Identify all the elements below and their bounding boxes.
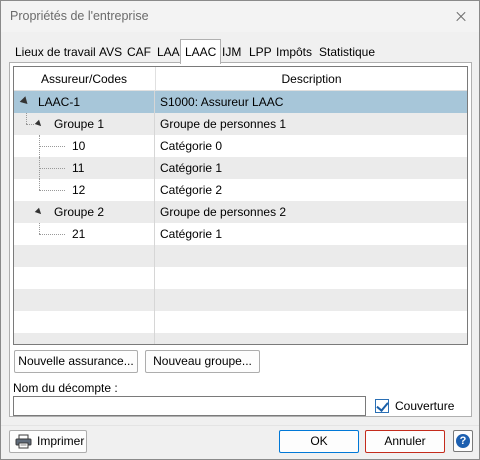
- nom-decompte-label: Nom du décompte :: [13, 381, 118, 395]
- tree-connector: [39, 168, 65, 169]
- tree-row[interactable]: 12 Catégorie 2: [14, 179, 467, 201]
- row-code: Groupe 2: [54, 205, 105, 219]
- tree-row[interactable]: LAAC-1 S1000: Assureur LAAC: [14, 91, 467, 113]
- print-label: Imprimer: [37, 434, 85, 448]
- tab-avs[interactable]: AVS: [99, 43, 122, 63]
- new-group-button[interactable]: Nouveau groupe...: [145, 350, 260, 373]
- properties-dialog: Propriétés de l'entreprise Lieux de trav…: [0, 0, 480, 460]
- empty-row: [14, 333, 467, 344]
- print-button[interactable]: Imprimer: [9, 430, 87, 453]
- tree-connector: [39, 190, 65, 191]
- tree-connector: [26, 124, 34, 125]
- tree-row[interactable]: Groupe 1 Groupe de personnes 1: [14, 113, 467, 135]
- tab-lpp[interactable]: LPP: [249, 43, 272, 63]
- row-code: 12: [72, 183, 86, 197]
- ok-button[interactable]: OK: [279, 430, 359, 453]
- row-description: Catégorie 2: [154, 179, 467, 201]
- tree-row[interactable]: 11 Catégorie 1: [14, 157, 467, 179]
- column-header-description[interactable]: Description: [155, 67, 467, 91]
- cancel-button[interactable]: Annuler: [365, 430, 445, 453]
- tree-header: Assureur/Codes Description: [14, 67, 467, 91]
- title-bar: Propriétés de l'entreprise: [1, 1, 479, 32]
- tree-rows: LAAC-1 S1000: Assureur LAAC Groupe 1 Gro…: [14, 91, 467, 344]
- expanded-triangle-icon[interactable]: [34, 207, 44, 217]
- tab-lieux-de-travail[interactable]: Lieux de travail: [15, 43, 96, 63]
- close-icon[interactable]: [443, 1, 479, 32]
- expanded-triangle-icon[interactable]: [19, 96, 31, 107]
- insurer-tree-table[interactable]: Assureur/Codes Description LAAC-1 S1000:…: [13, 66, 468, 345]
- row-code: LAAC-1: [38, 95, 81, 109]
- tree-row[interactable]: 10 Catégorie 0: [14, 135, 467, 157]
- help-icon: ?: [456, 434, 470, 448]
- footer-separator: [1, 425, 479, 426]
- couverture-checkbox[interactable]: [375, 399, 389, 413]
- printer-icon: [15, 434, 32, 449]
- tab-statistique[interactable]: Statistique: [319, 43, 375, 63]
- row-code: 11: [72, 161, 85, 175]
- expanded-triangle-icon[interactable]: [34, 119, 44, 129]
- tab-impots[interactable]: Impôts: [276, 43, 312, 63]
- tree-row[interactable]: 21 Catégorie 1: [14, 223, 467, 245]
- tree-connector: [39, 223, 40, 234]
- empty-row: [14, 245, 467, 267]
- couverture-label[interactable]: Couverture: [395, 399, 454, 413]
- tab-laa[interactable]: LAA: [157, 43, 180, 63]
- row-description: S1000: Assureur LAAC: [154, 91, 467, 113]
- tab-ijm[interactable]: IJM: [222, 43, 241, 63]
- tree-connector: [39, 146, 65, 147]
- tree-row[interactable]: Groupe 2 Groupe de personnes 2: [14, 201, 467, 223]
- nom-decompte-input[interactable]: [13, 396, 366, 416]
- tab-caf[interactable]: CAF: [127, 43, 151, 63]
- row-description: Groupe de personnes 1: [154, 113, 467, 135]
- tree-connector: [26, 113, 27, 124]
- row-description: Catégorie 1: [154, 223, 467, 245]
- empty-row: [14, 267, 467, 289]
- tree-connector: [39, 179, 40, 190]
- row-code: 10: [72, 139, 86, 153]
- tab-laac[interactable]: LAAC: [180, 39, 222, 64]
- empty-row: [14, 289, 467, 311]
- row-description: Catégorie 0: [154, 135, 467, 157]
- empty-row: [14, 311, 467, 333]
- tree-connector: [39, 234, 65, 235]
- row-description: Catégorie 1: [154, 157, 467, 179]
- help-button[interactable]: ?: [453, 430, 473, 452]
- row-description: Groupe de personnes 2: [154, 201, 467, 223]
- row-code: Groupe 1: [54, 117, 105, 131]
- new-insurance-button[interactable]: Nouvelle assurance...: [14, 350, 138, 373]
- column-header-codes[interactable]: Assureur/Codes: [14, 67, 154, 91]
- window-title: Propriétés de l'entreprise: [10, 9, 149, 23]
- row-code: 21: [72, 227, 86, 241]
